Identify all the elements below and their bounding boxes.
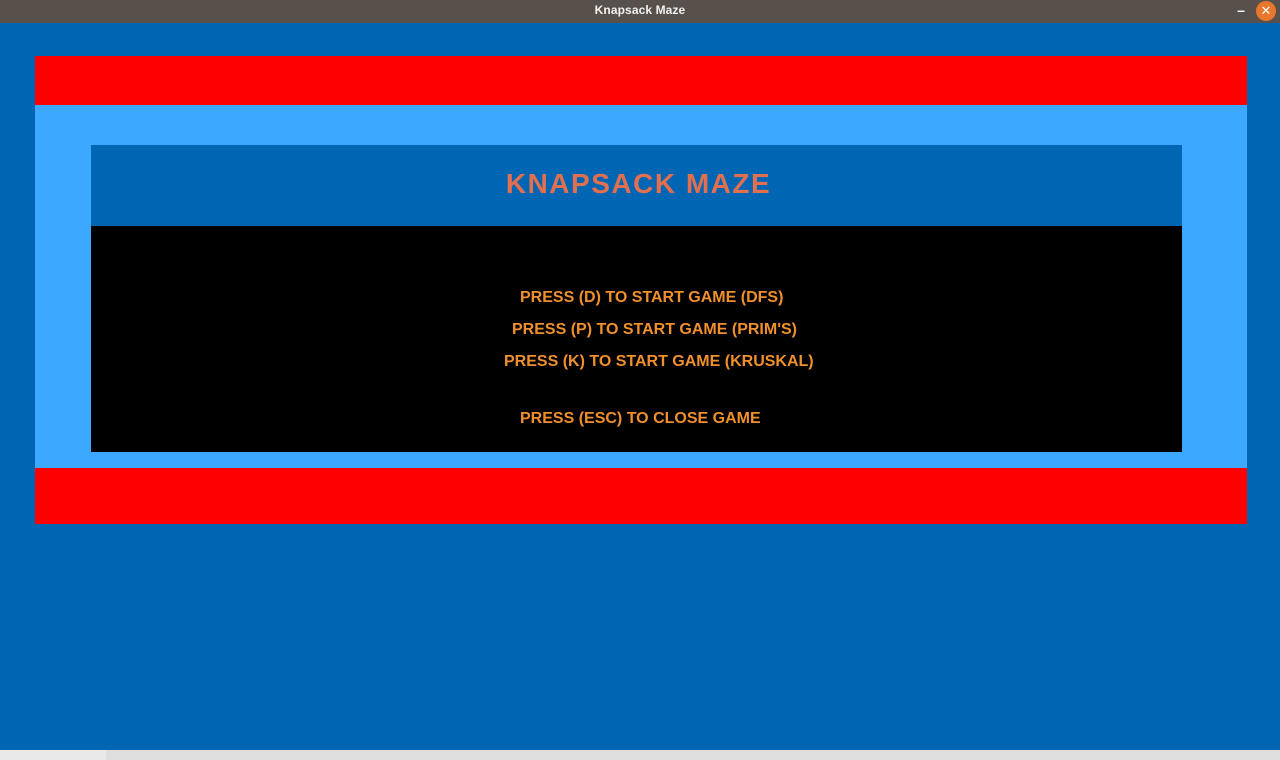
menu-option-label: PRESS (ESC) TO CLOSE GAME	[520, 410, 761, 427]
menu-option-label: PRESS (K) TO START GAME (KRUSKAL)	[504, 353, 814, 370]
window-bottom-edge	[0, 750, 1280, 760]
title-panel: KNAPSACK MAZE	[91, 145, 1182, 226]
game-canvas[interactable]: KNAPSACK MAZE PRESS (D) TO START GAME (D…	[0, 23, 1280, 750]
menu-option-label: PRESS (D) TO START GAME (DFS)	[520, 289, 784, 306]
menu-panel: PRESS (D) TO START GAME (DFS) PRESS (P) …	[91, 226, 1182, 452]
window-title: Knapsack Maze	[594, 3, 686, 17]
game-title: KNAPSACK MAZE	[505, 168, 772, 199]
app-window: Knapsack Maze – ✕ KNAPSACK MAZE PRESS (D…	[0, 0, 1280, 760]
bottom-edge-shadow	[106, 750, 1280, 760]
minimize-button[interactable]: –	[1232, 2, 1250, 20]
red-band-top	[35, 56, 1247, 105]
window-titlebar[interactable]: Knapsack Maze – ✕	[0, 0, 1280, 23]
close-button[interactable]: ✕	[1256, 1, 1276, 21]
menu-option-label: PRESS (P) TO START GAME (PRIM'S)	[512, 321, 797, 338]
red-band-bottom	[35, 468, 1247, 524]
